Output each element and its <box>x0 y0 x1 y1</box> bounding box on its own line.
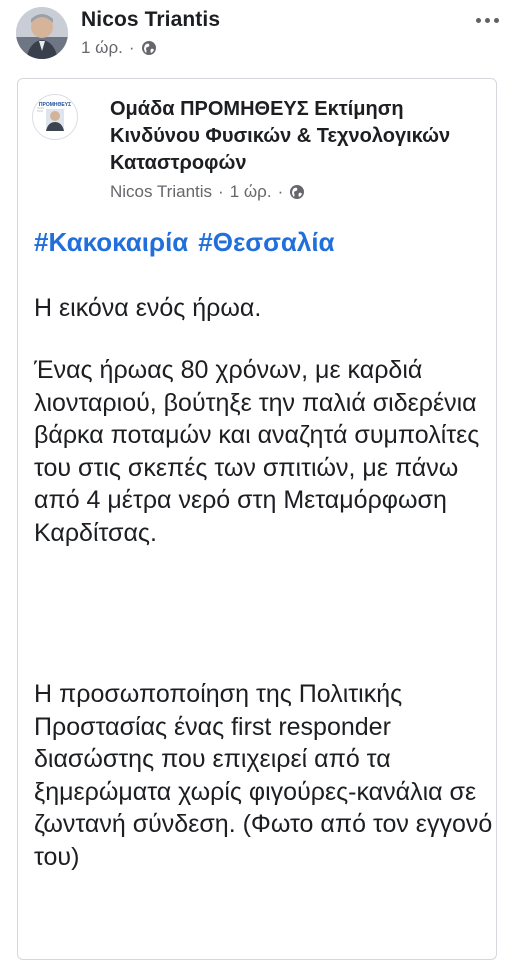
post-paragraph: Ένας ήρωας 80 χρόνων, με καρδιά λιονταρι… <box>34 356 480 547</box>
author-name[interactable]: Nicos Triantis <box>81 8 220 32</box>
post-paragraph: Η εικόνα ενός ήρωα. <box>34 294 262 322</box>
author-avatar[interactable] <box>16 7 68 59</box>
hashtags: #Κακοκαιρία #Θεσσαλία <box>34 227 335 258</box>
meta-separator: · <box>128 38 135 57</box>
meta-separator: · <box>218 182 224 201</box>
page-name[interactable]: Ομάδα ΠΡΟΜΗΘΕΥΣ Εκτίμηση Κινδύνου Φυσικώ… <box>110 96 480 177</box>
hashtag-link[interactable]: #Κακοκαιρία <box>34 227 188 258</box>
shared-post-meta: Nicos Triantis · 1 ώρ. · <box>110 182 305 202</box>
page-logo[interactable]: ΠΡΟΜΗΘΕΥΣ <box>32 94 78 140</box>
globe-icon <box>289 184 305 200</box>
shared-author[interactable]: Nicos Triantis <box>110 182 212 202</box>
post-paragraph: Η προσωποποίηση της Πολιτικής Προστασίας… <box>34 680 493 871</box>
post-meta: 1 ώρ. · <box>81 38 157 58</box>
more-options-button[interactable] <box>470 8 504 32</box>
meta-separator: · <box>277 182 284 201</box>
globe-icon <box>141 40 157 56</box>
more-options-icon <box>475 17 481 23</box>
shared-post-card[interactable]: ΠΡΟΜΗΘΕΥΣ Ομάδα ΠΡΟΜΗΘΕΥΣ Εκτίμηση Κινδύ… <box>17 78 497 960</box>
post-header: Nicos Triantis 1 ώρ. · <box>0 0 512 70</box>
page-logo-text: ΠΡΟΜΗΘΕΥΣ <box>39 102 71 108</box>
hashtag-link[interactable]: #Θεσσαλία <box>198 227 334 258</box>
post-time[interactable]: 1 ώρ. <box>81 38 123 58</box>
shared-time[interactable]: 1 ώρ. <box>230 182 272 202</box>
